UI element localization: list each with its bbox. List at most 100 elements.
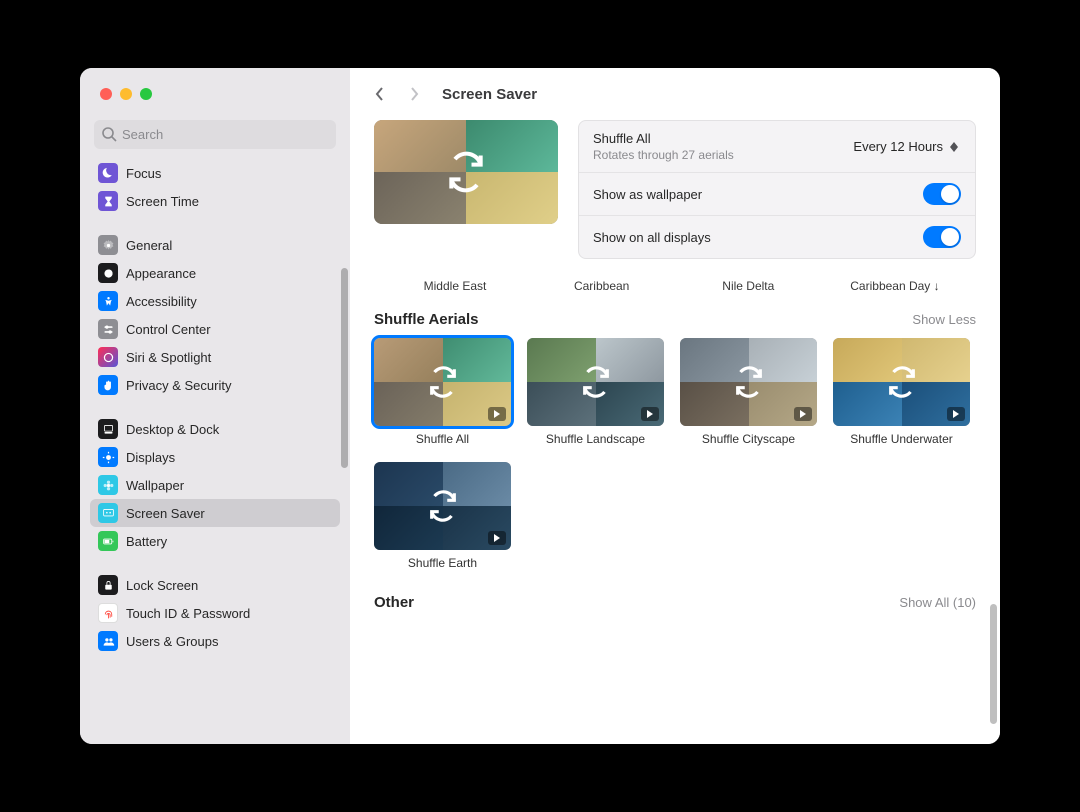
tile-label: Shuffle Earth (374, 556, 511, 570)
sidebar-item-battery[interactable]: Battery (90, 527, 340, 555)
saver-name: Shuffle All (593, 131, 853, 146)
main-header: Screen Saver (350, 68, 1000, 120)
sidebar-item-control-center[interactable]: Control Center (90, 315, 340, 343)
flower-icon (102, 479, 115, 492)
current-saver-detail: Shuffle All Rotates through 27 aerials E… (374, 120, 976, 259)
play-icon (493, 410, 501, 418)
shuffle-aerials-header: Shuffle Aerials Show Less (374, 311, 976, 328)
show-less-button[interactable]: Show Less (912, 312, 976, 327)
lock-icon (102, 579, 115, 592)
show-all-displays-toggle[interactable] (923, 226, 961, 248)
shuffle-interval-row: Shuffle All Rotates through 27 aerials E… (579, 121, 975, 173)
sidebar-item-label: Focus (126, 166, 161, 181)
other-section-header: Other Show All (10) (374, 594, 976, 611)
sidebar-item-wallpaper[interactable]: Wallpaper (90, 471, 340, 499)
play-icon (799, 410, 807, 418)
sun-icon (102, 451, 115, 464)
siri-icon (102, 351, 115, 364)
hourglass-icon (102, 195, 115, 208)
saver-tile-shuffle-cityscape[interactable]: Shuffle Cityscape (680, 338, 817, 446)
sidebar-item-label: General (126, 238, 172, 253)
shuffle-cycle-icon (426, 489, 460, 523)
window-controls (80, 68, 350, 120)
preview-play-button[interactable] (794, 407, 812, 421)
preview-play-button[interactable] (488, 531, 506, 545)
preview-play-button[interactable] (641, 407, 659, 421)
sidebar-item-label: Touch ID & Password (126, 606, 250, 621)
sidebar-item-screen-saver[interactable]: Screen Saver (90, 499, 340, 527)
shuffle-cycle-icon (885, 365, 919, 399)
dock-icon (102, 423, 115, 436)
sidebar-item-siri[interactable]: Siri & Spotlight (90, 343, 340, 371)
sidebar-item-desktop-dock[interactable]: Desktop & Dock (90, 415, 340, 443)
search-icon (101, 126, 117, 142)
sidebar-item-privacy[interactable]: Privacy & Security (90, 371, 340, 399)
gear-icon (102, 239, 115, 252)
saver-tile-shuffle-earth[interactable]: Shuffle Earth (374, 462, 511, 570)
tile-label: Shuffle All (374, 432, 511, 446)
shuffle-cycle-icon (426, 365, 460, 399)
close-window-button[interactable] (100, 88, 112, 100)
sidebar-item-label: Desktop & Dock (126, 422, 219, 437)
sidebar-item-label: Battery (126, 534, 167, 549)
main-scrollbar[interactable] (990, 604, 997, 724)
show-all-button[interactable]: Show All (10) (899, 595, 976, 610)
sidebar-item-label: Privacy & Security (126, 378, 231, 393)
sidebar-item-appearance[interactable]: Appearance (90, 259, 340, 287)
appearance-icon (102, 267, 115, 280)
sidebar-item-focus[interactable]: Focus (90, 159, 340, 187)
search-input[interactable] (94, 120, 336, 149)
show-as-wallpaper-toggle[interactable] (923, 183, 961, 205)
main-panel: Screen Saver Shuffle All Rotates through… (350, 68, 1000, 744)
forward-button[interactable] (400, 80, 428, 108)
section-title: Other (374, 594, 414, 611)
sidebar-item-screen-time[interactable]: Screen Time (90, 187, 340, 215)
sidebar-item-general[interactable]: General (90, 231, 340, 259)
sidebar-item-label: Control Center (126, 322, 211, 337)
saver-tile-shuffle-all[interactable]: Shuffle All (374, 338, 511, 446)
sidebar-item-accessibility[interactable]: Accessibility (90, 287, 340, 315)
saver-tile-shuffle-underwater[interactable]: Shuffle Underwater (833, 338, 970, 446)
sidebar: Focus Screen Time General Appearance Acc… (80, 68, 350, 744)
minimize-window-button[interactable] (120, 88, 132, 100)
preview-play-button[interactable] (488, 407, 506, 421)
zoom-window-button[interactable] (140, 88, 152, 100)
sliders-icon (102, 323, 115, 336)
tile-label: Shuffle Landscape (527, 432, 664, 446)
saver-preview (374, 120, 558, 224)
shuffle-cycle-icon (732, 365, 766, 399)
shuffle-cycle-icon (579, 365, 613, 399)
sidebar-item-touch-id[interactable]: Touch ID & Password (90, 599, 340, 627)
play-icon (952, 410, 960, 418)
battery-icon (102, 535, 115, 548)
shuffle-cycle-icon (444, 150, 488, 194)
show-all-displays-row: Show on all displays (579, 216, 975, 258)
play-icon (493, 534, 501, 542)
saver-settings-card: Shuffle All Rotates through 27 aerials E… (578, 120, 976, 259)
sidebar-item-lock-screen[interactable]: Lock Screen (90, 571, 340, 599)
screensaver-icon (102, 507, 115, 520)
main-content[interactable]: Shuffle All Rotates through 27 aerials E… (350, 120, 1000, 744)
saver-tile-shuffle-landscape[interactable]: Shuffle Landscape (527, 338, 664, 446)
sidebar-list[interactable]: Focus Screen Time General Appearance Acc… (80, 159, 350, 744)
sidebar-item-label: Screen Saver (126, 506, 205, 521)
sidebar-item-users-groups[interactable]: Users & Groups (90, 627, 340, 655)
sidebar-scrollbar[interactable] (341, 268, 348, 468)
chevron-left-icon (374, 86, 386, 102)
sidebar-item-label: Screen Time (126, 194, 199, 209)
tile-label: Shuffle Cityscape (680, 432, 817, 446)
search-field[interactable] (94, 120, 336, 149)
preview-play-button[interactable] (947, 407, 965, 421)
section-title: Shuffle Aerials (374, 311, 478, 328)
peek-label: Caribbean Day ↓ (830, 279, 960, 293)
accessibility-icon (102, 295, 115, 308)
peek-label: Nile Delta (683, 279, 813, 293)
shuffle-aerials-grid: Shuffle All Shuffle Landscape Shuffle Ci… (374, 338, 976, 570)
previous-section-labels: Middle East Caribbean Nile Delta Caribbe… (374, 273, 976, 311)
shuffle-interval-dropdown[interactable]: Every 12 Hours (853, 139, 961, 154)
moon-icon (102, 167, 115, 180)
sidebar-item-label: Accessibility (126, 294, 197, 309)
sidebar-item-displays[interactable]: Displays (90, 443, 340, 471)
back-button[interactable] (366, 80, 394, 108)
stepper-icon (947, 142, 961, 152)
